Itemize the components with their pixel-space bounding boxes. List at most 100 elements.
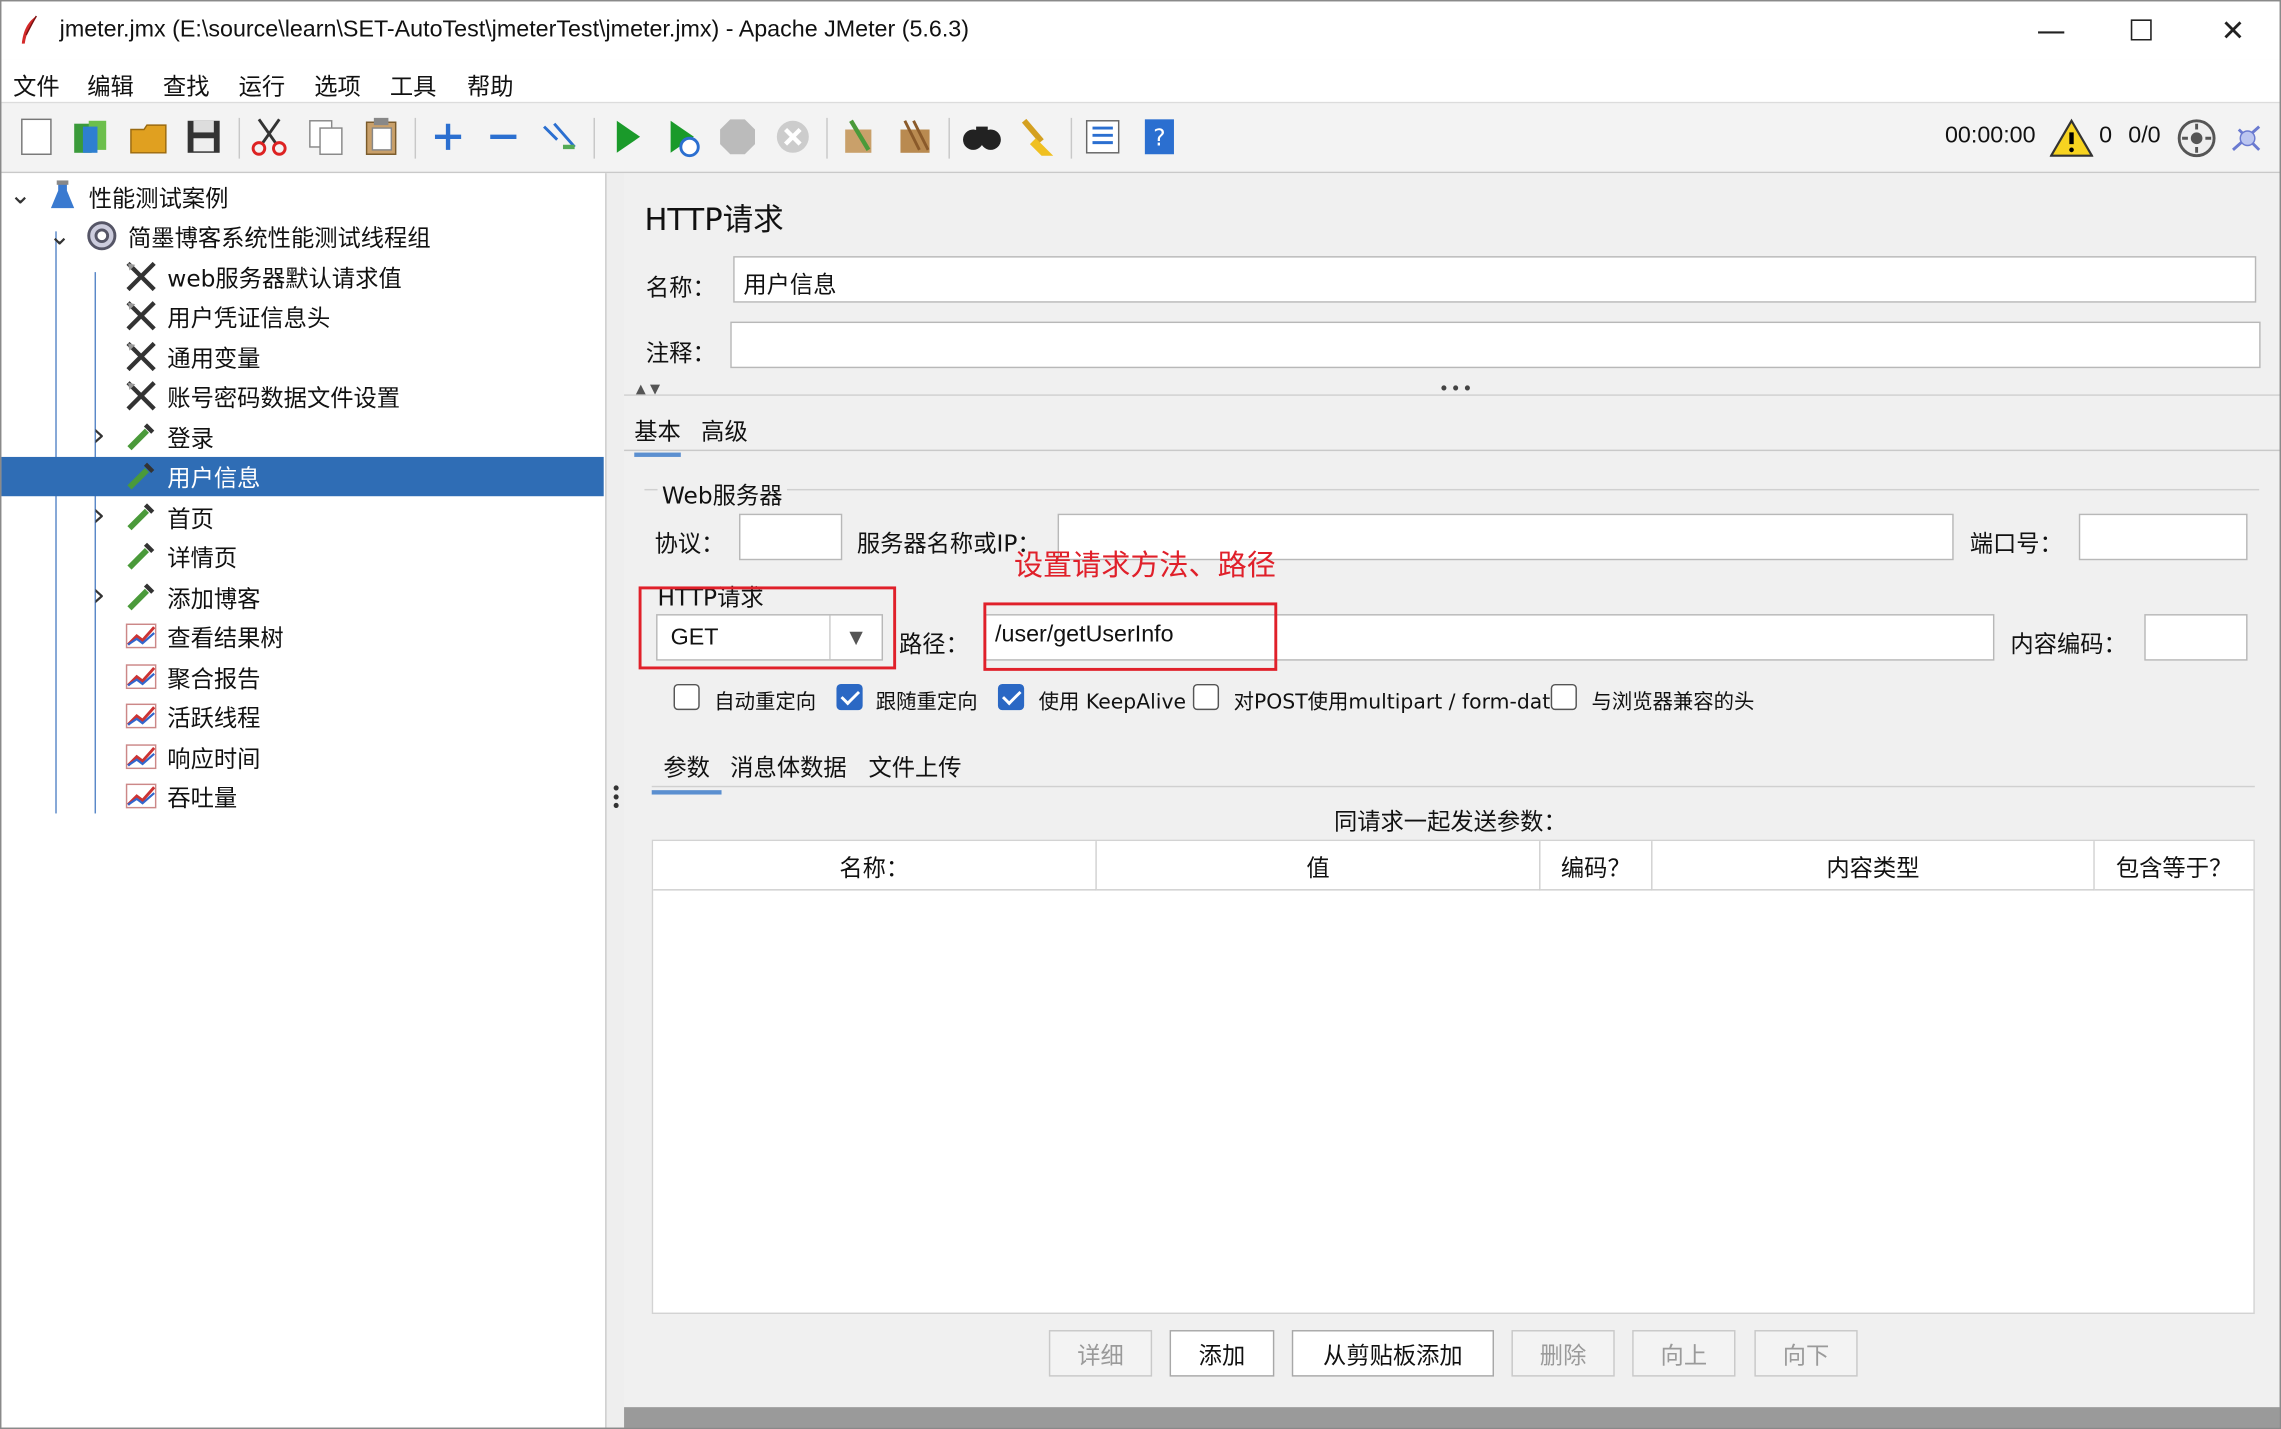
panel-splitter[interactable]: • • • xyxy=(606,173,625,1428)
column-header-include-equals[interactable]: 包含等于？ xyxy=(2094,841,2254,891)
sampler-icon xyxy=(124,498,159,533)
keepalive-checkbox[interactable] xyxy=(997,683,1025,711)
tree-node[interactable]: 响应时间 xyxy=(1,736,603,775)
panel-title: HTTP请求 xyxy=(644,202,784,238)
column-header-content-type[interactable]: 内容类型 xyxy=(1652,841,2095,891)
tree-node[interactable]: web服务器默认请求值 xyxy=(1,256,603,295)
column-header-encode[interactable]: 编码？ xyxy=(1540,841,1653,891)
menu-edit[interactable]: 编辑 xyxy=(87,67,134,102)
menu-options[interactable]: 选项 xyxy=(314,67,361,102)
params-caption: 同请求一起发送参数： xyxy=(1333,807,1567,836)
tab-parameters[interactable]: 参数 xyxy=(651,748,722,795)
tree-node[interactable]: 通用变量 xyxy=(1,336,603,375)
toolbar: ? 00:00:00 0 0/0 xyxy=(1,103,2280,174)
expand-icon[interactable] xyxy=(426,115,470,159)
new-icon[interactable] xyxy=(15,115,59,159)
stop-icon[interactable] xyxy=(716,115,760,159)
menu-help[interactable]: 帮助 xyxy=(467,67,514,102)
close-button[interactable]: ✕ xyxy=(2188,1,2278,59)
menu-search[interactable]: 查找 xyxy=(163,67,210,102)
follow-redirect-checkbox[interactable] xyxy=(836,683,863,711)
tree-node-label: 首页 xyxy=(167,504,214,532)
tree-node[interactable]: 用户凭证信息头 xyxy=(1,296,603,335)
tree-node[interactable]: › 首页 xyxy=(1,496,603,535)
tree-node-label: 简墨博客系统性能测试线程组 xyxy=(128,224,431,252)
tab-advanced[interactable]: 高级 xyxy=(701,412,748,447)
tree-node-label: 查看结果树 xyxy=(167,624,284,652)
menu-file[interactable]: 文件 xyxy=(13,67,60,102)
tree-node[interactable]: 详情页 xyxy=(1,536,603,575)
tree-node[interactable]: 吞吐量 xyxy=(1,776,603,815)
maximize-button[interactable]: ☐ xyxy=(2096,1,2186,59)
save-icon[interactable] xyxy=(182,115,226,159)
tree-node[interactable]: ⌄ 性能测试案例 xyxy=(1,176,603,215)
add-button[interactable]: 添加 xyxy=(1169,1330,1275,1377)
function-helper-icon[interactable] xyxy=(1081,115,1125,159)
shutdown-icon[interactable] xyxy=(771,115,815,159)
browser-headers-checkbox[interactable] xyxy=(1550,683,1577,711)
svg-text:?: ? xyxy=(1153,125,1165,152)
templates-icon[interactable] xyxy=(68,115,112,159)
start-icon[interactable] xyxy=(605,115,649,159)
tree-node[interactable]: 用户信息 xyxy=(1,456,604,496)
column-header-value[interactable]: 值 xyxy=(1096,841,1541,891)
annotation-text: 设置请求方法、路径 xyxy=(1013,547,1276,583)
open-icon[interactable] xyxy=(127,115,171,159)
toggle-icon[interactable] xyxy=(537,115,581,159)
clear-all-icon[interactable] xyxy=(893,115,937,159)
collapse-icon[interactable] xyxy=(482,115,526,159)
log-viewer-icon[interactable] xyxy=(2227,118,2268,159)
search-icon[interactable] xyxy=(960,115,1004,159)
cut-icon[interactable] xyxy=(247,115,291,159)
tree-node[interactable]: 查看结果树 xyxy=(1,616,603,655)
minimize-button[interactable]: — xyxy=(2006,1,2096,59)
add-from-clipboard-button[interactable]: 从剪贴板添加 xyxy=(1291,1330,1494,1377)
tree-node[interactable]: ⌄ 简墨博客系统性能测试线程组 xyxy=(1,216,603,255)
warning-icon[interactable] xyxy=(2049,118,2094,159)
listener-icon xyxy=(124,779,159,814)
test-plan-tree: ⌄ 性能测试案例 ⌄ 简墨博客系统性能测试线程组 web服务器默认请求值 用户凭证信息头通… xyxy=(1,173,607,1428)
multipart-checkbox[interactable] xyxy=(1192,683,1220,711)
tree-node[interactable]: 活跃线程 xyxy=(1,696,603,735)
protocol-field[interactable] xyxy=(738,513,843,561)
threadgroup-icon xyxy=(84,218,119,253)
move-down-button[interactable]: 向下 xyxy=(1754,1330,1858,1377)
params-table[interactable]: 名称： 值 编码？ 内容类型 包含等于？ xyxy=(651,839,2255,1315)
comment-field[interactable] xyxy=(730,321,2261,369)
menu-tools[interactable]: 工具 xyxy=(390,67,437,102)
tree-node[interactable]: › 添加博客 xyxy=(1,576,603,615)
tree-node-label: 聚合报告 xyxy=(167,664,261,692)
auto-redirect-checkbox[interactable] xyxy=(673,683,700,711)
chevron-down-icon[interactable]: ⌄ xyxy=(9,180,31,211)
encoding-field[interactable] xyxy=(2144,614,2248,661)
help-icon[interactable]: ? xyxy=(1138,115,1182,159)
menu-run[interactable]: 运行 xyxy=(239,67,286,102)
detail-button[interactable]: 详细 xyxy=(1048,1330,1153,1377)
reset-search-icon[interactable] xyxy=(1015,115,1059,159)
tab-body-data[interactable]: 消息体数据 xyxy=(730,748,846,783)
move-up-button[interactable]: 向上 xyxy=(1632,1330,1736,1377)
chevron-down-icon[interactable]: ⌄ xyxy=(49,220,71,251)
paste-icon[interactable] xyxy=(359,115,403,159)
tab-file-upload[interactable]: 文件上传 xyxy=(868,748,961,783)
tree-node[interactable]: 聚合报告 xyxy=(1,656,603,695)
config-icon xyxy=(124,378,159,413)
column-header-name[interactable]: 名称： xyxy=(653,841,1097,891)
tree-node-label: 活跃线程 xyxy=(167,704,261,732)
clear-icon[interactable] xyxy=(836,115,880,159)
chevron-right-icon[interactable]: › xyxy=(89,418,109,454)
tree-node-label: 吞吐量 xyxy=(167,784,238,812)
chevron-right-icon[interactable]: › xyxy=(89,578,109,614)
name-field[interactable]: 用户信息 xyxy=(733,256,2257,303)
chevron-right-icon[interactable]: › xyxy=(89,498,109,534)
copy-icon[interactable] xyxy=(304,115,348,159)
tree-node[interactable]: 账号密码数据文件设置 xyxy=(1,376,603,415)
http-request-panel: HTTP请求 名称： 用户信息 注释： ▲ ▼ ••• 基本 高级 Web服务器… xyxy=(624,173,2280,1428)
start-no-timers-icon[interactable] xyxy=(659,115,703,159)
tree-node[interactable]: › 登录 xyxy=(1,416,603,455)
port-field[interactable] xyxy=(2078,513,2248,561)
remote-hosts-icon[interactable] xyxy=(2175,116,2219,160)
tree-node-label: 用户信息 xyxy=(167,464,261,492)
delete-button[interactable]: 删除 xyxy=(1511,1330,1615,1377)
comment-label: 注释： xyxy=(645,339,716,367)
